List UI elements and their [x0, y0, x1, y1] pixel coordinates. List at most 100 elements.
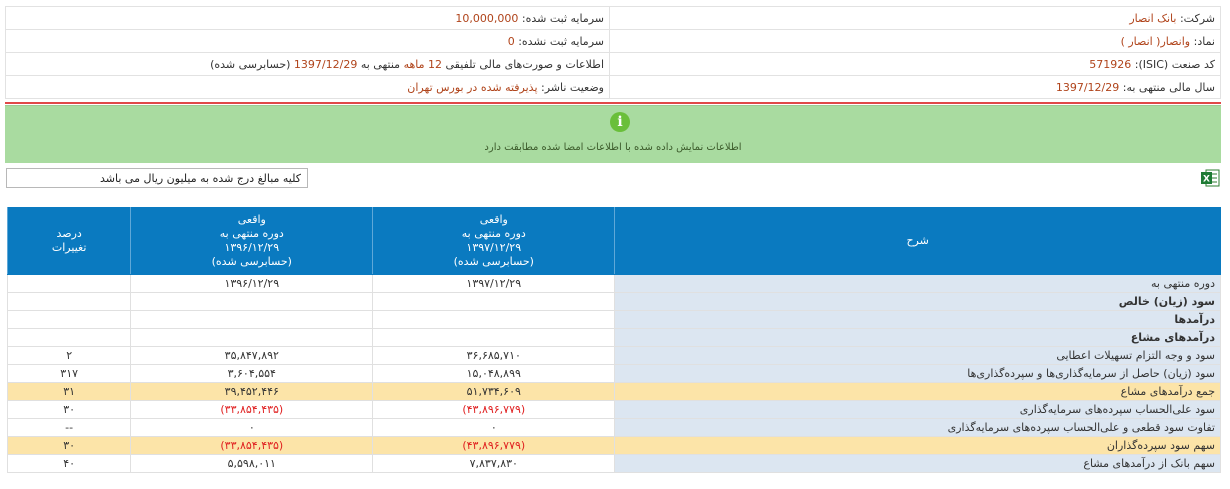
- symbol-label: نماد:: [1193, 34, 1215, 48]
- publisher-status-label: وضعیت ناشر:: [541, 80, 604, 94]
- capital-unregistered-cell: سرمایه ثبت نشده: 0: [5, 29, 610, 53]
- table-row: تفاوت سود قطعی و علی‌الحساب سپرده‌های سر…: [6, 418, 1221, 437]
- row-previous-value: ۳,۶۰۴,۵۵۴: [130, 364, 374, 383]
- header-change-percent: درصد تغییرات: [6, 207, 132, 275]
- table-row: درآمدهای مشاع: [6, 328, 1221, 347]
- row-change-percent: ۳۱: [6, 382, 132, 401]
- verification-notice: i اطلاعات نمایش داده شده با اطلاعات امضا…: [5, 105, 1221, 163]
- row-previous-value: ۳۹,۴۵۲,۴۴۶: [130, 382, 374, 401]
- row-change-percent: ۳۱۷: [6, 364, 132, 383]
- company-info-table: شرکت: بانک انصار سرمایه ثبت شده: 10,000,…: [5, 6, 1221, 99]
- row-change-percent: [6, 274, 132, 293]
- symbol-value[interactable]: وانصار( انصار ): [1121, 35, 1191, 48]
- row-previous-value: ۳۵,۸۴۷,۸۹۲: [130, 346, 374, 365]
- capital-unregistered-value: 0: [507, 34, 515, 48]
- row-current-value: ۵۱,۷۳۴,۶۰۹: [372, 382, 616, 401]
- row-previous-value: [130, 328, 374, 347]
- row-previous-value: ۵,۵۹۸,۰۱۱: [130, 454, 374, 473]
- row-current-value: [372, 328, 616, 347]
- header-previous-period-label: دوره منتهی به: [219, 227, 284, 240]
- table-header-row: شرح واقعی دوره منتهی به ۱۳۹۷/۱۲/۲۹ (حساب…: [6, 207, 1221, 275]
- row-description: سهم بانک از درآمدهای مشاع: [614, 454, 1221, 473]
- row-change-percent: [6, 328, 132, 347]
- table-row: سهم بانک از درآمدهای مشاع ۷,۸۳۷,۸۳۰ ۵,۵۹۸,…: [6, 454, 1221, 473]
- header-previous-actual: واقعی: [237, 213, 266, 226]
- row-previous-value: [130, 310, 374, 329]
- row-previous-value: ۰: [130, 418, 374, 437]
- company-label: شرکت:: [1179, 11, 1215, 25]
- row-current-value: (۴۳,۸۹۶,۷۷۹): [372, 400, 616, 419]
- row-current-value: ۱۳۹۷/۱۲/۲۹: [372, 274, 616, 293]
- header-current-period-label: دوره منتهی به: [461, 227, 526, 240]
- row-change-percent: ۲: [6, 346, 132, 365]
- report-months: 12 ماهه: [403, 57, 443, 71]
- table-row: سود و وجه التزام تسهیلات اعطایی ۳۶,۶۸۵,۷۱…: [6, 346, 1221, 365]
- table-body: دوره منتهی به ۱۳۹۷/۱۲/۲۹ ۱۳۹۶/۱۲/۲۹ سود (زی…: [6, 274, 1221, 473]
- row-description: سود و وجه التزام تسهیلات اعطایی: [614, 346, 1221, 365]
- row-current-value: ۷,۸۳۷,۸۳۰: [372, 454, 616, 473]
- header-current-actual: واقعی: [479, 213, 508, 226]
- row-description: سهم سود سپرده‌گذاران: [614, 436, 1221, 455]
- financial-table: شرح واقعی دوره منتهی به ۱۳۹۷/۱۲/۲۹ (حساب…: [6, 207, 1221, 473]
- row-description: تفاوت سود قطعی و علی‌الحساب سپرده‌های سر…: [614, 418, 1221, 437]
- isic-cell: کد صنعت (ISIC): 571926: [609, 52, 1221, 76]
- separator-line: [5, 102, 1221, 104]
- row-description: سود علی‌الحساب سپرده‌های سرمایه‌گذاری: [614, 400, 1221, 419]
- publisher-status-cell: وضعیت ناشر: پذیرفته شده در بورس تهران: [5, 75, 610, 99]
- row-description: سود (زیان) خالص: [614, 292, 1221, 311]
- header-previous-date: ۱۳۹۶/۱۲/۲۹: [224, 241, 280, 254]
- row-previous-value: (۳۳,۸۵۴,۴۳۵): [130, 400, 374, 419]
- row-change-percent: [6, 292, 132, 311]
- row-description: جمع درآمدهای مشاع: [614, 382, 1221, 401]
- table-row: سود علی‌الحساب سپرده‌های سرمایه‌گذاری (۴۳…: [6, 400, 1221, 419]
- company-cell: شرکت: بانک انصار: [609, 6, 1221, 30]
- row-change-percent: --: [6, 418, 132, 437]
- capital-registered-label: سرمایه ثبت شده:: [521, 11, 604, 25]
- row-change-percent: ۳۰: [6, 400, 132, 419]
- row-current-value: [372, 292, 616, 311]
- row-description: درآمدهای مشاع: [614, 328, 1221, 347]
- row-current-value: ۰: [372, 418, 616, 437]
- header-previous-status: (حسابرسی شده): [211, 255, 292, 268]
- symbol-cell: نماد: وانصار( انصار ): [609, 29, 1221, 53]
- report-mid: منتهی به: [360, 57, 401, 71]
- table-row: سود (زیان) خالص: [6, 292, 1221, 311]
- row-change-percent: [6, 310, 132, 329]
- header-previous-period: واقعی دوره منتهی به ۱۳۹۶/۱۲/۲۹ (حسابرسی …: [130, 207, 374, 275]
- info-icon: i: [610, 112, 630, 132]
- currency-note: کلیه مبالغ درج شده به میلیون ریال می باش…: [6, 168, 308, 188]
- header-change-line1: درصد: [56, 227, 82, 240]
- row-description: درآمدها: [614, 310, 1221, 329]
- row-previous-value: [130, 292, 374, 311]
- row-previous-value: (۳۳,۸۵۴,۴۳۵): [130, 436, 374, 455]
- report-type-cell: اطلاعات و صورت‌های مالی تلفیقی 12 ماهه م…: [5, 52, 610, 76]
- fiscal-year-label: سال مالی منتهی به:: [1122, 80, 1215, 94]
- table-row: دوره منتهی به ۱۳۹۷/۱۲/۲۹ ۱۳۹۶/۱۲/۲۹: [6, 274, 1221, 293]
- report-label: اطلاعات و صورت‌های مالی تلفیقی: [445, 57, 604, 71]
- table-row: سود (زیان) حاصل از سرمایه‌گذاری‌ها و سپر…: [6, 364, 1221, 383]
- fiscal-year-value: 1397/12/29: [1055, 80, 1120, 94]
- table-row: سهم سود سپرده‌گذاران (۴۳,۸۹۶,۷۷۹) (۳۳,۸۵۴,…: [6, 436, 1221, 455]
- row-current-value: ۳۶,۶۸۵,۷۱۰: [372, 346, 616, 365]
- svg-text:X: X: [1203, 175, 1210, 185]
- row-current-value: ۱۵,۰۴۸,۸۹۹: [372, 364, 616, 383]
- publisher-status-value: پذیرفته شده در بورس تهران: [407, 80, 538, 94]
- fiscal-year-cell: سال مالی منتهی به: 1397/12/29: [609, 75, 1221, 99]
- row-change-percent: ۴۰: [6, 454, 132, 473]
- company-value[interactable]: بانک انصار: [1129, 12, 1176, 25]
- row-description: سود (زیان) حاصل از سرمایه‌گذاری‌ها و سپر…: [614, 364, 1221, 383]
- header-current-period: واقعی دوره منتهی به ۱۳۹۷/۱۲/۲۹ (حسابرسی …: [372, 207, 616, 275]
- report-date: 1397/12/29: [293, 57, 358, 71]
- row-change-percent: ۳۰: [6, 436, 132, 455]
- verification-text: اطلاعات نمایش داده شده با اطلاعات امضا ش…: [484, 142, 742, 153]
- header-description: شرح: [614, 207, 1221, 275]
- excel-export-icon[interactable]: X: [1200, 168, 1220, 188]
- report-status: (حسابرسی شده): [210, 57, 291, 71]
- isic-label: کد صنعت (ISIC):: [1134, 57, 1215, 71]
- capital-registered-cell: سرمایه ثبت شده: 10,000,000: [5, 6, 610, 30]
- header-change-line2: تغییرات: [51, 241, 87, 254]
- header-current-status: (حسابرسی شده): [453, 255, 534, 268]
- table-row: درآمدها: [6, 310, 1221, 329]
- capital-unregistered-label: سرمایه ثبت نشده:: [518, 34, 604, 48]
- isic-value: 571926: [1089, 57, 1132, 71]
